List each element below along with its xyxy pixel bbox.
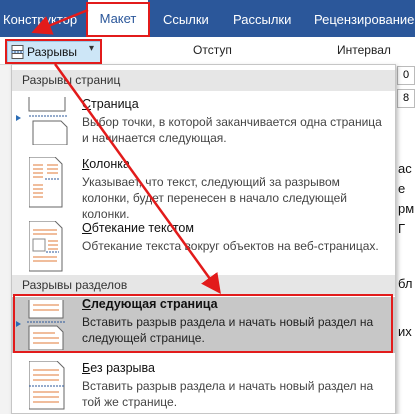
annotation-arrows (31, 8, 221, 295)
arrow-to-breaks (31, 8, 89, 35)
arrow-to-next-page (53, 63, 221, 295)
